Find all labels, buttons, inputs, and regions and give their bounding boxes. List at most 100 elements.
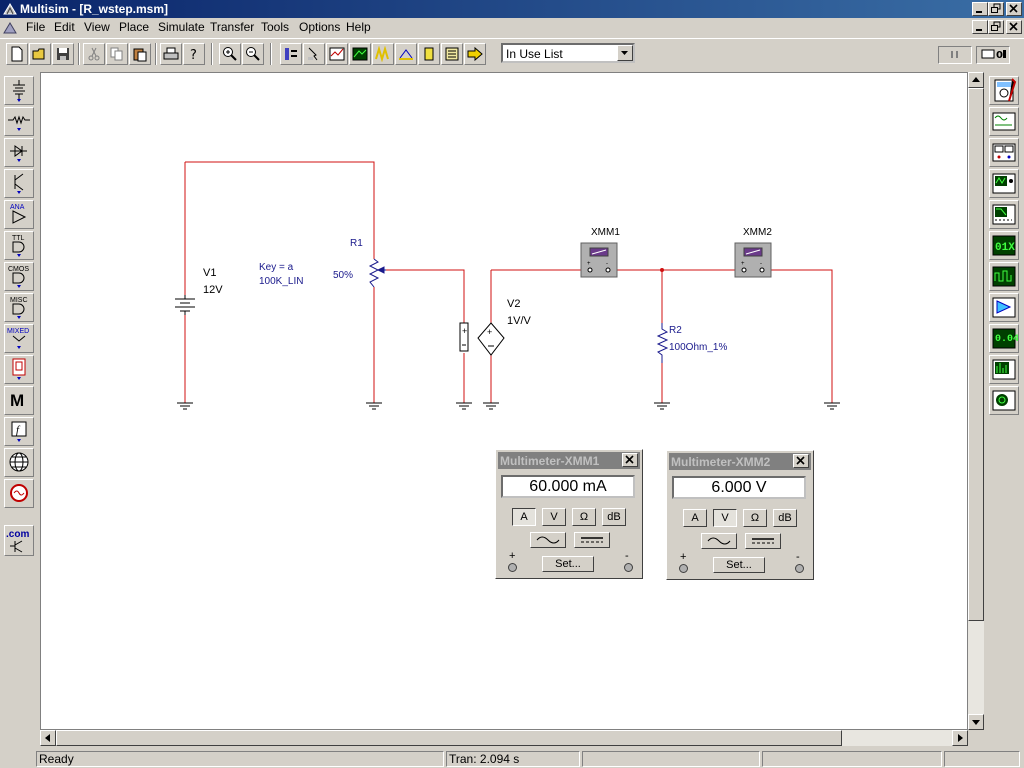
misc-digital-button[interactable]: MISC (4, 293, 34, 322)
ttl-button[interactable]: TTL (4, 231, 34, 260)
multimeter-xmm1-title-bar[interactable]: Multimeter-XMM1 (498, 452, 640, 469)
doc-restore-button[interactable] (988, 20, 1004, 34)
multimeter-xmm1-dc-button[interactable] (574, 532, 610, 548)
menu-place[interactable]: Place (119, 20, 149, 34)
multimeter-xmm2-plus-terminal[interactable] (679, 564, 688, 573)
logic-analyzer-button[interactable] (989, 262, 1019, 291)
multimeter-xmm1-window[interactable]: Multimeter-XMM1 60.000 mA A V Ω dB + - S… (495, 449, 643, 579)
pause-simulation-button[interactable] (938, 46, 972, 64)
resistor-r2-symbol[interactable] (656, 323, 669, 363)
network-analyzer-button[interactable] (989, 386, 1019, 415)
transfer-button[interactable] (464, 43, 486, 65)
doc-close-button[interactable] (1006, 20, 1022, 34)
oscilloscope-button[interactable] (989, 169, 1019, 198)
cmos-button[interactable]: CMOS (4, 262, 34, 291)
wire[interactable] (185, 161, 375, 259)
scroll-up-button[interactable] (968, 72, 984, 88)
cut-button[interactable] (83, 43, 105, 65)
multimeter-xmm2-ohmmeter-button[interactable]: Ω (743, 509, 767, 527)
analysis-graphs-button[interactable] (326, 43, 348, 65)
multimeter-xmm2-minus-terminal[interactable] (795, 564, 804, 573)
multisim-app-icon[interactable] (3, 2, 17, 16)
doc-minimize-button[interactable] (972, 20, 988, 34)
multimeter-xmm1-db-button[interactable]: dB (602, 508, 626, 526)
menu-transfer[interactable]: Transfer (210, 20, 254, 34)
scroll-down-button[interactable] (968, 714, 984, 730)
restore-button[interactable] (988, 2, 1004, 16)
menu-file[interactable]: File (26, 20, 45, 34)
indicators-button[interactable] (4, 355, 34, 384)
print-button[interactable] (160, 43, 182, 65)
word-generator-button[interactable]: 01X (989, 231, 1019, 260)
wattmeter-button[interactable] (989, 138, 1019, 167)
new-button[interactable] (6, 43, 28, 65)
multimeter-xmm2-close-button[interactable] (793, 454, 809, 468)
mixed-button[interactable]: MIXED (4, 324, 34, 353)
component-toolbar-button[interactable] (280, 43, 302, 65)
multimeter-instrument-button[interactable] (989, 76, 1019, 105)
transistors-button[interactable] (4, 169, 34, 198)
database-button[interactable] (303, 43, 325, 65)
multimeter-xmm1-close-button[interactable] (622, 453, 638, 467)
multimeter-xmm1-ac-button[interactable] (530, 532, 566, 548)
electrical-rules-button[interactable] (418, 43, 440, 65)
horizontal-scrollbar[interactable] (40, 730, 968, 746)
spectrum-analyzer-button[interactable] (989, 355, 1019, 384)
diodes-button[interactable] (4, 138, 34, 167)
multimeter-xmm2-ac-button[interactable] (701, 533, 737, 549)
rf-button[interactable] (4, 448, 34, 477)
copy-button[interactable] (106, 43, 128, 65)
bode-plotter-button[interactable] (989, 200, 1019, 229)
menu-edit[interactable]: Edit (54, 20, 75, 34)
vertical-scroll-thumb[interactable] (968, 88, 984, 621)
multimeter-xmm2-db-button[interactable]: dB (773, 509, 797, 527)
bom-button[interactable] (395, 43, 417, 65)
multimeter-xmm1-plus-terminal[interactable] (508, 563, 517, 572)
schematic-drawing[interactable]: V1 12V R1 50% Key = a 100K_LIN + + V2 1V… (41, 73, 968, 730)
postprocessor-button[interactable] (349, 43, 371, 65)
distortion-analyzer-button[interactable]: 0.04 (989, 324, 1019, 353)
menu-simulate[interactable]: Simulate (158, 20, 205, 34)
close-button[interactable] (1006, 2, 1022, 16)
description-button[interactable] (441, 43, 463, 65)
multimeter-xmm1-voltmeter-button[interactable]: V (542, 508, 566, 526)
multimeter-xmm1-symbol[interactable]: + - (580, 242, 618, 278)
menu-options[interactable]: Options (299, 20, 340, 34)
zoom-in-button[interactable] (219, 43, 241, 65)
web-button[interactable]: .com (4, 525, 34, 556)
scroll-left-button[interactable] (40, 730, 56, 746)
multimeter-xmm2-symbol[interactable]: + - (734, 242, 772, 278)
document-icon[interactable] (3, 21, 17, 35)
paste-button[interactable] (129, 43, 151, 65)
wire[interactable] (386, 269, 465, 323)
vertical-scrollbar[interactable] (968, 72, 984, 730)
run-simulation-switch[interactable]: 0 (976, 46, 1010, 64)
scroll-right-button[interactable] (952, 730, 968, 746)
multimeter-xmm2-title-bar[interactable]: Multimeter-XMM2 (669, 453, 811, 470)
horizontal-scroll-thumb[interactable] (56, 730, 842, 746)
multimeter-xmm2-window[interactable]: Multimeter-XMM2 6.000 V A V Ω dB + - Set… (666, 450, 814, 580)
menu-help[interactable]: Help (346, 20, 371, 34)
function-generator-button[interactable] (989, 107, 1019, 136)
multimeter-xmm1-set-button[interactable]: Set... (542, 556, 594, 572)
multimeter-xmm1-minus-terminal[interactable] (624, 563, 633, 572)
save-button[interactable] (52, 43, 74, 65)
open-button[interactable] (29, 43, 51, 65)
wire[interactable] (765, 269, 833, 403)
multimeter-xmm2-voltmeter-button[interactable]: V (713, 509, 737, 527)
in-use-list-dropdown[interactable]: In Use List (501, 43, 635, 63)
potentiometer-r1-symbol[interactable] (368, 258, 386, 288)
multimeter-xmm2-dc-button[interactable] (745, 533, 781, 549)
help-button[interactable]: ? (183, 43, 205, 65)
basic-button[interactable] (4, 107, 34, 136)
multimeter-xmm2-ammeter-button[interactable]: A (683, 509, 707, 527)
electromechanical-button[interactable] (4, 479, 34, 508)
minimize-button[interactable] (972, 2, 988, 16)
misc-button[interactable]: M (4, 386, 34, 415)
controls-button[interactable]: f (4, 417, 34, 446)
schematic-canvas[interactable]: V1 12V R1 50% Key = a 100K_LIN + + V2 1V… (40, 72, 968, 730)
multimeter-xmm2-set-button[interactable]: Set... (713, 557, 765, 573)
logic-converter-button[interactable] (989, 293, 1019, 322)
menu-tools[interactable]: Tools (261, 20, 289, 34)
battery-v1-symbol[interactable] (175, 295, 195, 315)
